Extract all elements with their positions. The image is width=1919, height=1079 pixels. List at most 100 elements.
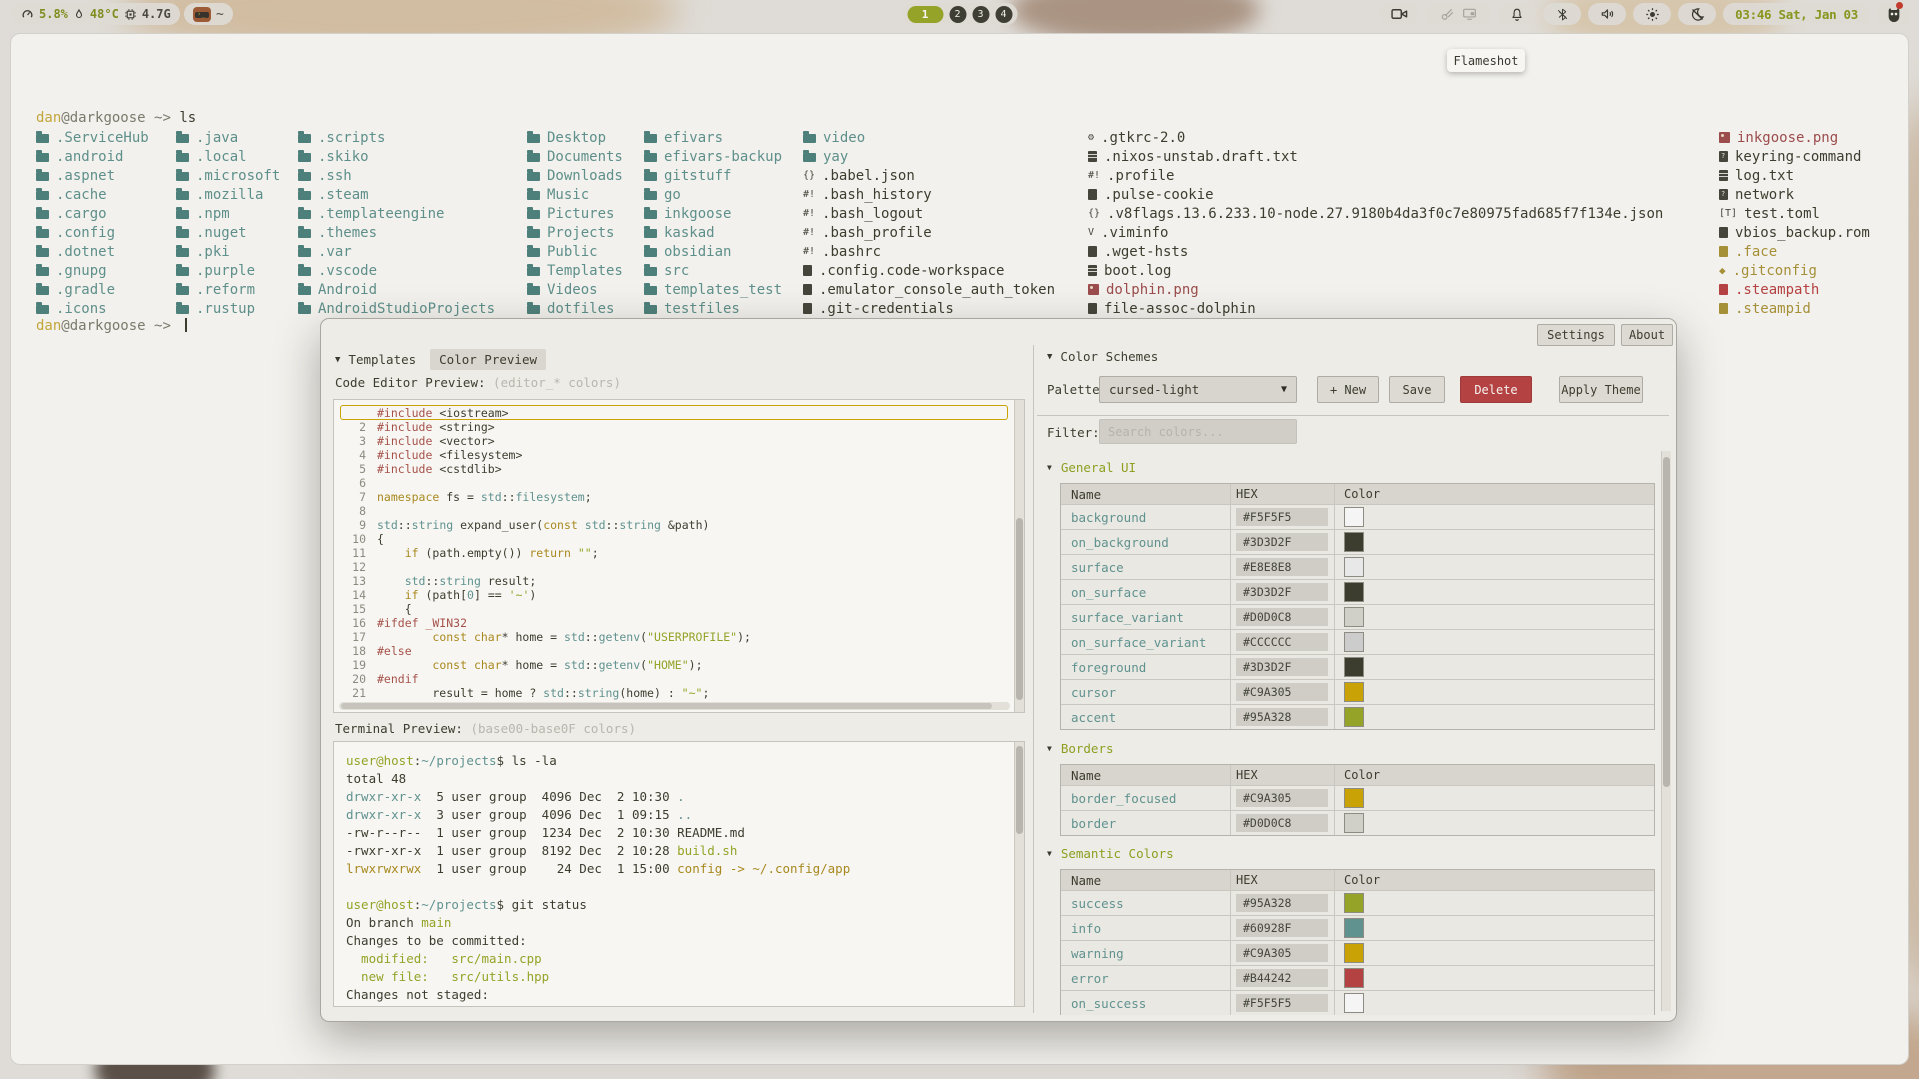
ls-column: videoyay{}.babel.json#!.bash_history#!.b… xyxy=(803,128,1088,318)
ls-column: .ServiceHub.android.aspnet.cache.cargo.c… xyxy=(36,128,176,318)
section-toggle[interactable]: ▼Borders xyxy=(1047,742,1659,755)
color-swatch[interactable] xyxy=(1344,893,1364,913)
clock-widget[interactable]: 03:46 Sat, Jan 03 xyxy=(1723,3,1870,25)
save-button[interactable]: Save xyxy=(1389,376,1445,403)
filter-input[interactable] xyxy=(1099,419,1297,444)
bluetooth-button[interactable] xyxy=(1543,3,1581,25)
flameshot-tray-button[interactable] xyxy=(1877,3,1911,25)
color-schemes-section-header[interactable]: ▼ Color Schemes xyxy=(1047,349,1158,364)
header-color: Color xyxy=(1334,765,1654,785)
workspace-2[interactable]: 2 xyxy=(949,6,966,23)
hex-input[interactable]: #F5F5F5 xyxy=(1236,994,1328,1012)
hex-input[interactable]: #95A328 xyxy=(1236,708,1328,726)
apply-theme-button[interactable]: Apply Theme xyxy=(1559,376,1643,403)
ls-item: inkgoose.png xyxy=(1719,128,1909,147)
section-toggle[interactable]: ▼Semantic Colors xyxy=(1047,847,1659,860)
folder-icon xyxy=(176,172,189,181)
color-swatch[interactable] xyxy=(1344,707,1364,727)
color-cell xyxy=(1334,605,1654,629)
hex-input[interactable]: #B44242 xyxy=(1236,969,1328,987)
color-swatch[interactable] xyxy=(1344,943,1364,963)
scrollbar-thumb[interactable] xyxy=(341,703,992,709)
hex-input[interactable]: #C9A305 xyxy=(1236,789,1328,807)
hex-input[interactable]: #F5F5F5 xyxy=(1236,508,1328,526)
notifications-button[interactable] xyxy=(1498,3,1536,25)
hex-input[interactable]: #3D3D2F xyxy=(1236,658,1328,676)
collapse-caret-icon: ▼ xyxy=(1047,463,1052,472)
scrollbar-thumb[interactable] xyxy=(1016,518,1023,700)
screenshare-pill[interactable] xyxy=(1425,3,1491,25)
ls-item: ◆.gitconfig xyxy=(1719,261,1909,280)
text-segment: .. xyxy=(677,807,692,822)
color-swatch[interactable] xyxy=(1344,607,1364,627)
terminal-vscrollbar xyxy=(1014,742,1024,1006)
code-vscrollbar xyxy=(1014,400,1024,712)
hex-input[interactable]: #C9A305 xyxy=(1236,944,1328,962)
file-name: .dotnet xyxy=(56,244,115,260)
delete-button[interactable]: Delete xyxy=(1460,376,1532,403)
color-swatch[interactable] xyxy=(1344,993,1364,1013)
hex-input[interactable]: #D0D0C8 xyxy=(1236,814,1328,832)
folder-icon xyxy=(298,286,311,295)
workspace-4[interactable]: 4 xyxy=(995,6,1012,23)
nightlight-button[interactable] xyxy=(1678,3,1716,25)
color-swatch[interactable] xyxy=(1344,788,1364,808)
scrollbar-thumb[interactable] xyxy=(1663,457,1670,787)
color-swatch[interactable] xyxy=(1344,507,1364,527)
cpu-temp: 48°C xyxy=(90,7,119,21)
color-name: surface_variant xyxy=(1061,605,1230,629)
screen-record-button[interactable] xyxy=(1380,3,1418,25)
new-palette-button[interactable]: + New xyxy=(1317,376,1379,403)
folder-icon xyxy=(176,267,189,276)
color-swatch[interactable] xyxy=(1344,557,1364,577)
text-segment: <vector> xyxy=(432,434,494,448)
workspace-3[interactable]: 3 xyxy=(972,6,989,23)
brightness-button[interactable] xyxy=(1633,3,1671,25)
color-swatch[interactable] xyxy=(1344,968,1364,988)
color-row: on_background#3D3D2F xyxy=(1061,529,1654,554)
color-swatch[interactable] xyxy=(1344,632,1364,652)
ls-item: efivars xyxy=(644,128,803,147)
color-swatch[interactable] xyxy=(1344,582,1364,602)
volume-button[interactable] xyxy=(1588,3,1626,25)
ls-item: dotfiles xyxy=(527,299,644,318)
color-swatch[interactable] xyxy=(1344,918,1364,938)
hex-input[interactable]: #CCCCCC xyxy=(1236,633,1328,651)
section-toggle[interactable]: ▼General UI xyxy=(1047,461,1659,474)
text-segment: ) xyxy=(529,588,536,602)
app-launcher-pill[interactable]: ~ xyxy=(184,3,233,25)
templates-section-header[interactable]: ▼ Templates Color Preview xyxy=(335,349,546,370)
folder-icon xyxy=(36,191,49,200)
header-name: Name xyxy=(1061,870,1230,890)
about-button[interactable]: About xyxy=(1621,324,1673,346)
line-number: 8 xyxy=(340,504,366,518)
hex-input[interactable]: #3D3D2F xyxy=(1236,533,1328,551)
color-row: surface#E8E8E8 xyxy=(1061,554,1654,579)
filter-label: Filter: xyxy=(1047,425,1100,440)
ls-item: .cache xyxy=(36,185,176,204)
hex-input[interactable]: #3D3D2F xyxy=(1236,583,1328,601)
code-line: 21 result = home ? std::string(home) : "… xyxy=(340,686,1010,700)
settings-button[interactable]: Settings xyxy=(1537,324,1615,346)
tab-color-preview[interactable]: Color Preview xyxy=(430,349,546,370)
hex-input[interactable]: #D0D0C8 xyxy=(1236,608,1328,626)
color-swatch[interactable] xyxy=(1344,682,1364,702)
file-name: .themes xyxy=(318,225,377,241)
workspace-1-active[interactable]: 1 xyxy=(907,6,943,23)
file-icon xyxy=(803,265,812,276)
code-line: 19 const char* home = std::getenv("HOME"… xyxy=(340,658,1010,672)
color-swatch[interactable] xyxy=(1344,657,1364,677)
palette-select[interactable]: cursed-light ▼ xyxy=(1099,376,1297,403)
hex-input[interactable]: #95A328 xyxy=(1236,894,1328,912)
hex-input[interactable]: #60928F xyxy=(1236,919,1328,937)
color-swatch[interactable] xyxy=(1344,813,1364,833)
hex-input[interactable]: #E8E8E8 xyxy=(1236,558,1328,576)
color-cell xyxy=(1334,916,1654,940)
scrollbar-thumb[interactable] xyxy=(1016,746,1023,834)
hex-input[interactable]: #C9A305 xyxy=(1236,683,1328,701)
text-segment: const xyxy=(432,658,467,672)
color-swatch[interactable] xyxy=(1344,532,1364,552)
hex-cell: #E8E8E8 xyxy=(1230,555,1334,579)
text-segment: <cstdlib> xyxy=(432,462,501,476)
file-name: .config.code-workspace xyxy=(819,263,1004,279)
